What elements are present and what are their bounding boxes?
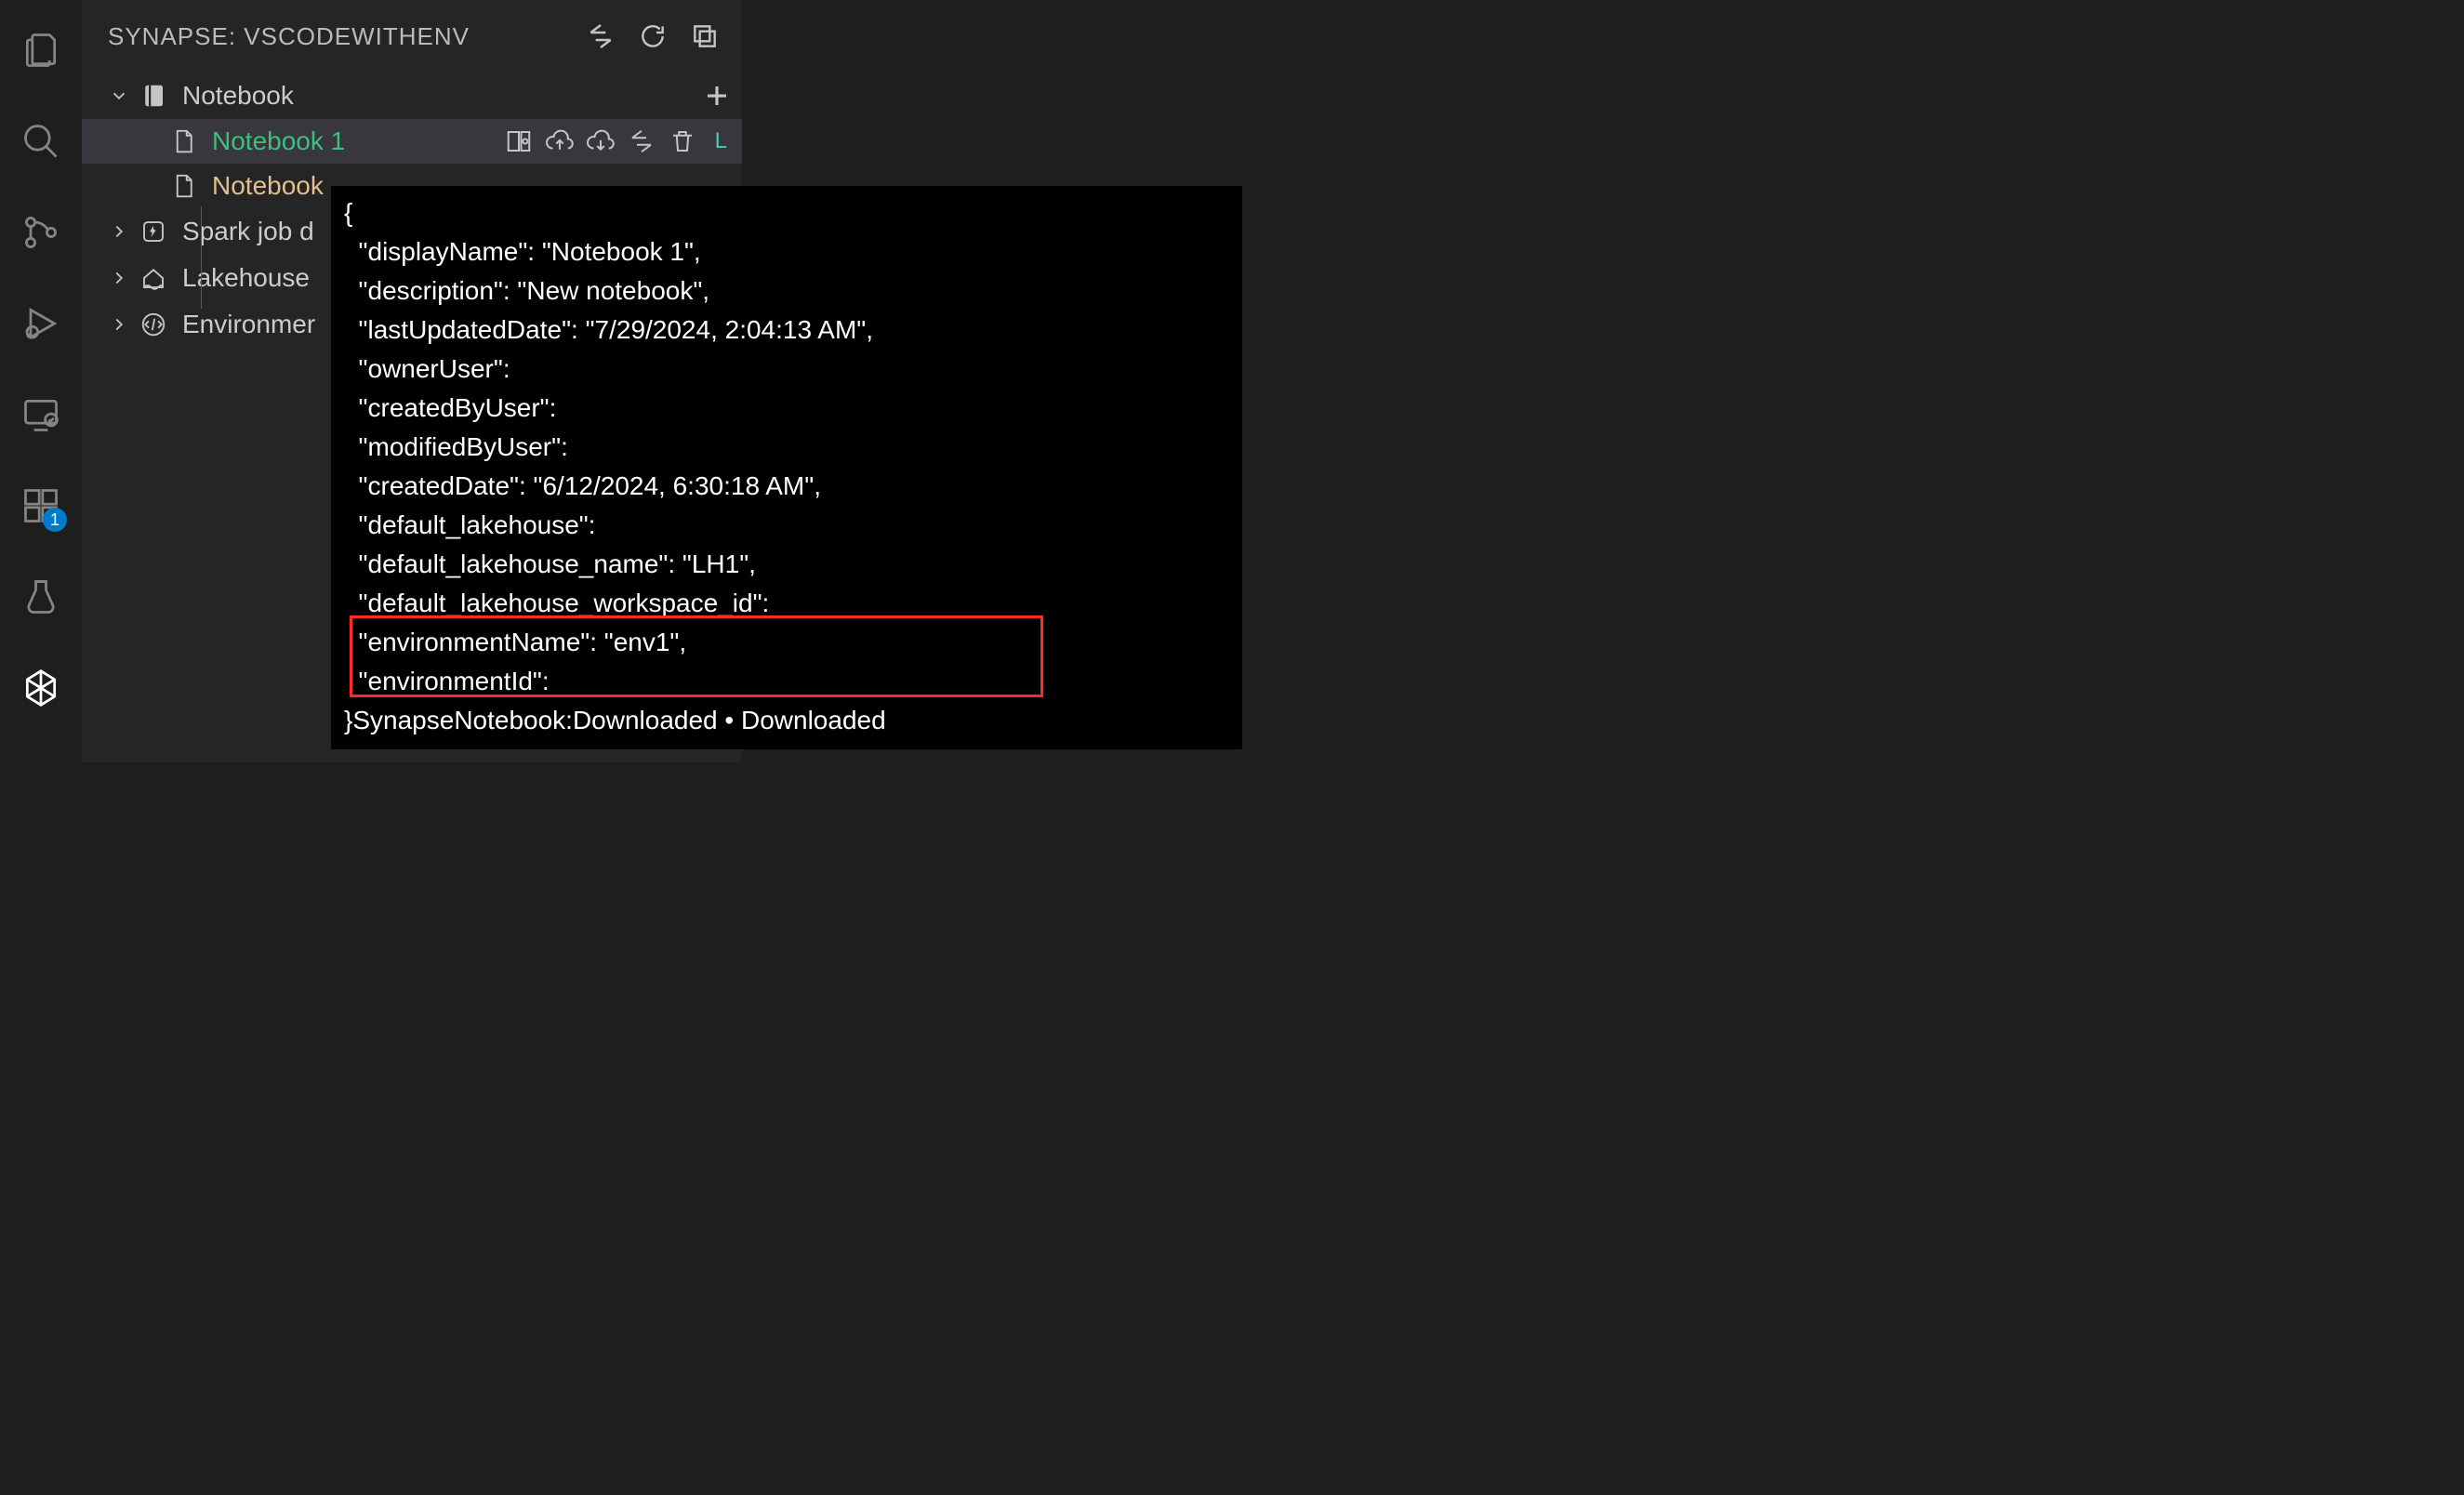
chevron-right-icon xyxy=(106,265,132,291)
tooltip-line: "description": "New notebook", xyxy=(344,271,1225,311)
file-icon xyxy=(167,170,199,202)
run-debug-icon[interactable] xyxy=(19,301,63,346)
lakehouse-icon xyxy=(138,262,169,294)
tooltip-line: "default_lakehouse": xyxy=(344,506,1225,545)
tree-item-notebook-1[interactable]: Notebook 1 L xyxy=(82,119,742,164)
tooltip-line: "environmentId": xyxy=(344,662,1225,701)
tooltip-line: "modifiedByUser": xyxy=(344,428,1225,467)
indent-guide xyxy=(201,206,202,309)
search-icon[interactable] xyxy=(19,119,63,164)
hover-tooltip: { "displayName": "Notebook 1", "descript… xyxy=(331,186,1242,749)
tooltip-line: "lastUpdatedDate": "7/29/2024, 2:04:13 A… xyxy=(344,311,1225,350)
panel-refresh-icon[interactable] xyxy=(634,18,671,55)
chevron-right-icon xyxy=(106,311,132,337)
extensions-icon[interactable]: 1 xyxy=(19,483,63,528)
tree-section-notebook[interactable]: Notebook xyxy=(82,73,742,119)
tooltip-line: "createdDate": "6/12/2024, 6:30:18 AM", xyxy=(344,467,1225,506)
cloud-download-icon[interactable] xyxy=(585,126,616,157)
chevron-right-icon xyxy=(106,218,132,245)
sync-arrows-icon[interactable] xyxy=(626,126,657,157)
add-notebook-button[interactable] xyxy=(699,78,735,113)
tree-item-label: Notebook 1 xyxy=(212,126,503,156)
file-icon xyxy=(167,126,199,157)
remote-explorer-icon[interactable] xyxy=(19,392,63,437)
synapse-icon[interactable] xyxy=(19,666,63,710)
notebook-icon xyxy=(138,80,169,112)
chevron-down-icon xyxy=(106,83,132,109)
tooltip-line: "default_lakehouse_name": "LH1", xyxy=(344,545,1225,584)
extensions-badge: 1 xyxy=(43,508,67,532)
tooltip-line: "environmentName": "env1", xyxy=(344,623,1225,662)
sparkjob-icon xyxy=(138,216,169,247)
source-control-icon[interactable] xyxy=(19,210,63,255)
panel-collapse-icon[interactable] xyxy=(686,18,723,55)
explorer-icon[interactable] xyxy=(19,28,63,73)
tooltip-line: "default_lakehouse_workspace_id": xyxy=(344,584,1225,623)
open-layout-icon[interactable] xyxy=(503,126,535,157)
status-letter: L xyxy=(715,128,727,154)
cloud-upload-icon[interactable] xyxy=(544,126,576,157)
tooltip-line: "displayName": "Notebook 1", xyxy=(344,232,1225,271)
testing-icon[interactable] xyxy=(19,575,63,619)
row-actions xyxy=(503,126,698,157)
environment-icon xyxy=(138,309,169,340)
section-label: Notebook xyxy=(182,81,699,111)
activity-bar: 1 xyxy=(0,0,82,1495)
tooltip-line: "createdByUser": xyxy=(344,389,1225,428)
panel-sync-icon[interactable] xyxy=(582,18,619,55)
panel-header: SYNAPSE: VSCODEWITHENV xyxy=(82,0,742,73)
trash-icon[interactable] xyxy=(667,126,698,157)
tooltip-line: { xyxy=(344,193,1225,232)
panel-title: SYNAPSE: VSCODEWITHENV xyxy=(108,22,567,51)
tooltip-line: }SynapseNotebook:Downloaded • Downloaded xyxy=(344,701,1225,740)
tooltip-line: "ownerUser": xyxy=(344,350,1225,389)
